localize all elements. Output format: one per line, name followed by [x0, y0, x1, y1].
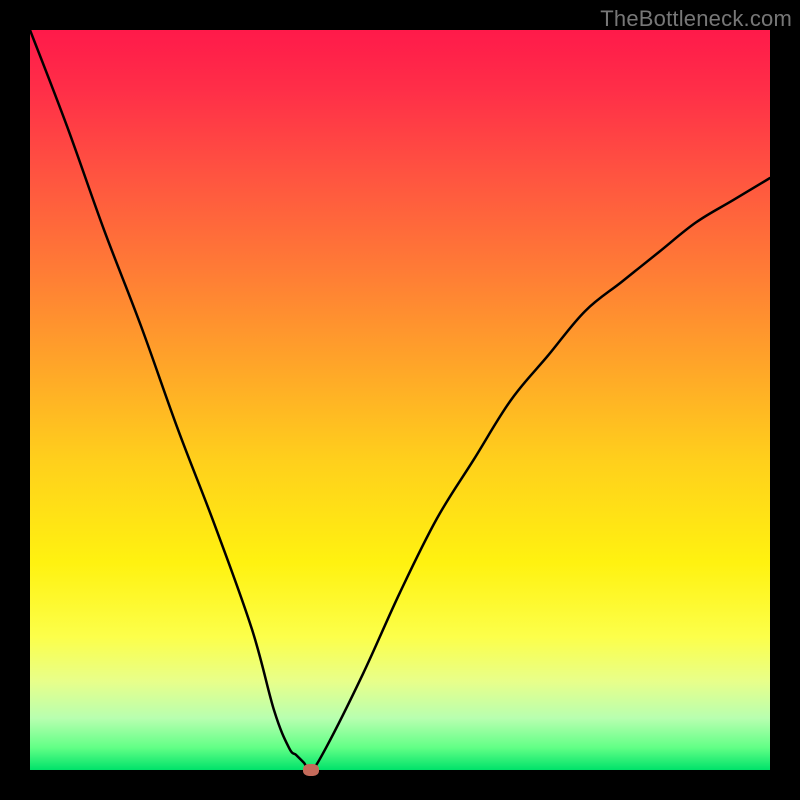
watermark-text: TheBottleneck.com — [600, 6, 792, 32]
chart-marker — [303, 764, 319, 776]
chart-background — [30, 30, 770, 770]
